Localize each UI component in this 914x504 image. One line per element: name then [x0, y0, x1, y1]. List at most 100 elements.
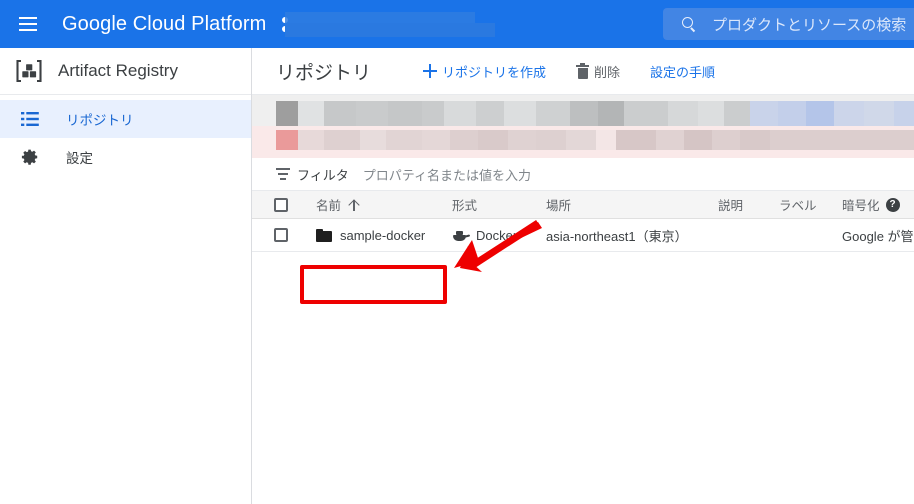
redacted-block [276, 101, 298, 126]
gear-icon [20, 147, 40, 167]
filter-label: フィルタ [297, 167, 349, 183]
row-checkbox[interactable] [274, 228, 288, 242]
help-icon[interactable]: ? [885, 197, 900, 212]
column-header-format[interactable]: 形式 [452, 191, 477, 218]
main-content: リポジトリ リポジトリを作成 削除 設定の手順 フィルタ プロパティ名または値を… [252, 48, 914, 504]
redacted-block [778, 101, 806, 126]
delete-label: 削除 [594, 64, 621, 80]
search-input[interactable]: プロダクトとリソースの検索 [663, 8, 914, 40]
redacted-block [740, 130, 770, 150]
select-all-checkbox[interactable] [274, 197, 288, 212]
docker-icon [452, 229, 471, 242]
column-header-encryption-label: 暗号化 [842, 199, 880, 213]
brand-title: Google Cloud Platform [62, 12, 267, 35]
product-header: Artifact Registry [0, 48, 251, 95]
setup-instructions-button[interactable]: 設定の手順 [650, 62, 715, 81]
column-header-location[interactable]: 場所 [546, 191, 571, 218]
redacted-block [444, 101, 476, 126]
filter-input[interactable]: プロパティ名または値を入力 [363, 165, 531, 184]
column-header-name[interactable]: 名前 [316, 191, 359, 218]
column-header-location-label: 場所 [546, 199, 572, 213]
redacted-block [624, 101, 668, 126]
project-selector-redacted[interactable] [285, 12, 495, 37]
top-app-bar: Google Cloud Platform プロダクトとリソースの検索 [0, 0, 914, 48]
delete-button[interactable]: 削除 [576, 62, 620, 81]
column-header-name-label: 名前 [316, 199, 342, 213]
column-header-encryption[interactable]: 暗号化 ? [842, 191, 900, 218]
column-header-description[interactable]: 説明 [718, 191, 743, 218]
redacted-block [356, 101, 388, 126]
create-repository-label: リポジトリを作成 [442, 64, 547, 80]
redacted-block [570, 101, 598, 126]
redacted-block [806, 101, 834, 126]
redacted-block [596, 130, 616, 150]
product-title: Artifact Registry [58, 61, 178, 80]
redacted-block [508, 130, 536, 150]
redacted-block [834, 101, 864, 126]
redacted-block [566, 130, 596, 150]
repository-encryption-cell: Google が管 [842, 228, 914, 244]
redacted-block [724, 101, 750, 126]
column-header-description-label: 説明 [718, 199, 744, 213]
column-header-format-label: 形式 [452, 199, 478, 213]
redacted-block [656, 130, 684, 150]
column-header-labels[interactable]: ラベル [779, 191, 817, 218]
page-title: リポジトリ [276, 62, 372, 84]
create-repository-button[interactable]: リポジトリを作成 [423, 62, 546, 81]
plus-icon [423, 64, 438, 78]
redacted-block [504, 101, 536, 126]
redacted-block [536, 101, 570, 126]
page-toolbar: リポジトリ リポジトリを作成 削除 設定の手順 [252, 48, 914, 95]
redacted-block [360, 130, 386, 150]
repository-format-label: Docker [476, 227, 518, 243]
redacted-block [476, 101, 504, 126]
redacted-block [324, 101, 356, 126]
sidebar-item-label: リポジトリ [66, 113, 134, 128]
redacted-block [536, 130, 566, 150]
search-placeholder: プロダクトとリソースの検索 [712, 16, 907, 34]
repository-format-cell: Docker [452, 219, 517, 251]
redacted-block [276, 130, 298, 150]
sidebar-item-label: 設定 [66, 151, 93, 166]
redacted-block [422, 130, 450, 150]
sidebar-item-settings[interactable]: 設定 [0, 138, 251, 176]
sidebar-item-repositories[interactable]: リポジトリ [0, 100, 251, 138]
select-all-checkbox-cell [274, 191, 288, 218]
sidebar: Artifact Registry リポジトリ 設定 [0, 48, 252, 504]
redacted-block [478, 130, 508, 150]
arrow-up-icon [349, 199, 359, 211]
redacted-block [386, 130, 422, 150]
table-header-row: 名前 形式 場所 説明 ラベル 暗号化 ? [252, 191, 914, 219]
redacted-block [684, 130, 712, 150]
redacted-block [864, 101, 894, 126]
repository-name-label: sample-docker [340, 227, 426, 243]
redacted-block [770, 130, 914, 150]
repository-location-cell: asia-northeast1（東京） [546, 228, 688, 244]
search-icon [681, 16, 697, 32]
redacted-block [598, 101, 624, 126]
filter-icon [276, 168, 290, 180]
redacted-block [450, 130, 478, 150]
filter-bar[interactable]: フィルタ プロパティ名または値を入力 [252, 158, 914, 191]
redacted-block [712, 130, 740, 150]
table-row[interactable]: sample-docker Docker asia-northeast1（東京）… [252, 219, 914, 252]
redacted-block [750, 101, 778, 126]
redacted-banner-region [252, 95, 914, 158]
redacted-block [616, 130, 656, 150]
artifact-registry-icon [14, 56, 44, 86]
redacted-block [388, 101, 422, 126]
redacted-block [894, 101, 914, 126]
repository-name-link[interactable]: sample-docker [316, 219, 425, 251]
redacted-block [668, 101, 698, 126]
redacted-block [422, 101, 444, 126]
folder-icon [316, 228, 332, 242]
redacted-block [324, 130, 360, 150]
redacted-block [698, 101, 724, 126]
row-checkbox-cell [274, 219, 288, 251]
redacted-block [298, 101, 324, 126]
trash-icon [576, 63, 590, 79]
column-header-labels-label: ラベル [779, 199, 817, 213]
setup-instructions-label: 設定の手順 [650, 64, 716, 80]
hamburger-menu-icon[interactable] [16, 12, 40, 36]
list-icon [20, 109, 40, 129]
